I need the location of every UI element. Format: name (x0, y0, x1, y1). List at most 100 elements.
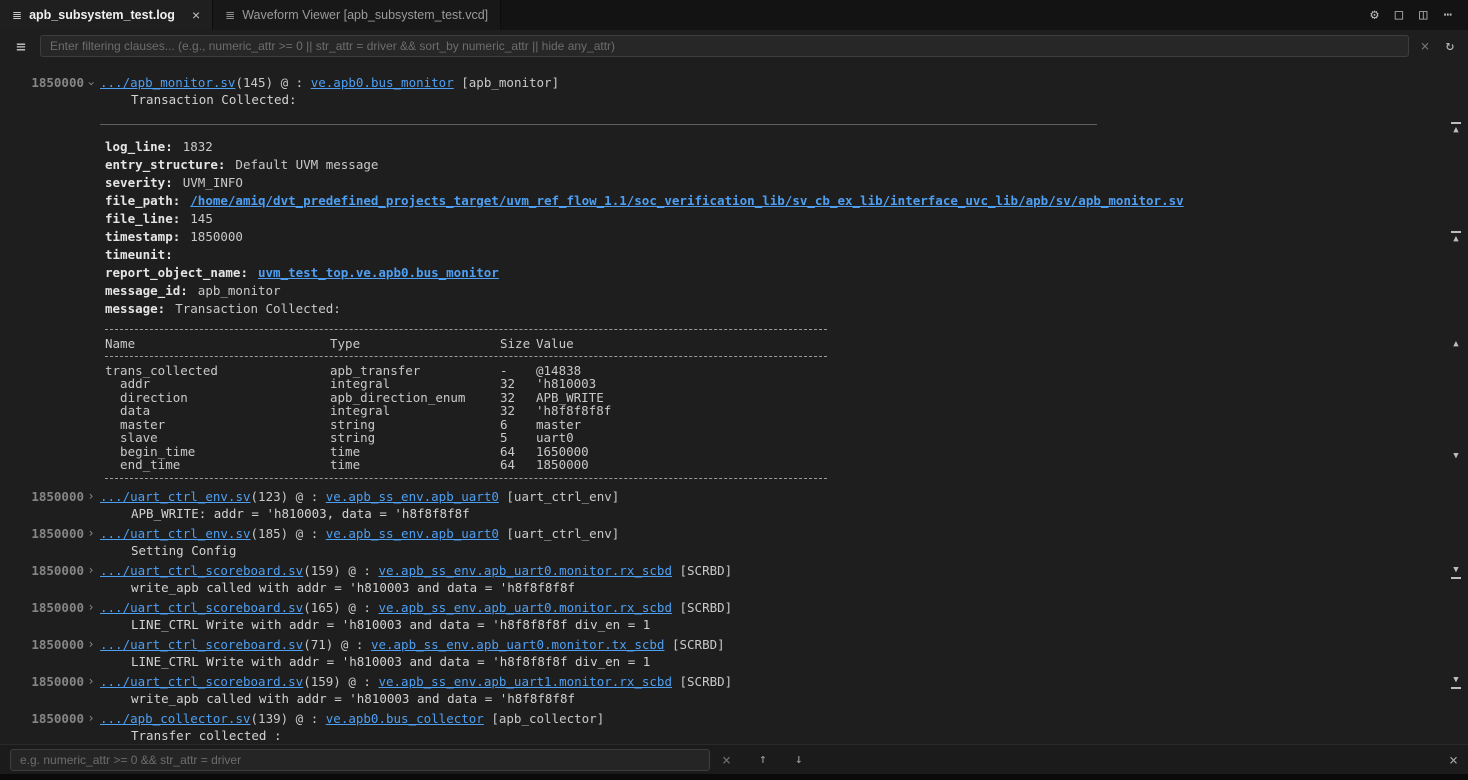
transaction-table: Name Type Size Value trans_collected apb… (100, 323, 1468, 485)
log-entry: 1850000 › .../uart_ctrl_env.sv(185) @ : … (0, 525, 1468, 559)
table-row: trans_collected apb_transfer - @14838 (105, 364, 1468, 378)
entry-timestamp: 1850000 (31, 525, 84, 542)
scope-link[interactable]: ve.apb_ss_env.apb_uart0.monitor.tx_scbd (371, 637, 665, 652)
entry-timestamp: 1850000 (31, 488, 84, 505)
separator-line (100, 124, 1097, 125)
scope-link[interactable]: ve.apb0.bus_collector (326, 711, 484, 726)
log-entry: 1850000 › .../uart_ctrl_env.sv(123) @ : … (0, 488, 1468, 522)
log-entry: 1850000 › .../uart_ctrl_scoreboard.sv(71… (0, 636, 1468, 670)
detail-field: report_object_name:uvm_test_top.ve.apb0.… (105, 264, 1468, 282)
entry-header-text: (145) @ : (235, 75, 310, 90)
scroll-down-marker-icon[interactable]: ▼ (1447, 452, 1465, 461)
entry-timestamp: 1850000 (31, 710, 84, 727)
tab-close-icon[interactable]: × (192, 7, 200, 23)
filter-input[interactable] (40, 35, 1409, 57)
entry-gutter: 1850000 › (0, 74, 97, 485)
file-path-link[interactable]: /home/amiq/dvt_predefined_projects_targe… (190, 193, 1183, 208)
detail-field: timestamp:1850000 (105, 228, 1468, 246)
expand-chevron-icon[interactable]: › (86, 599, 96, 616)
expand-chevron-icon[interactable]: › (86, 562, 96, 579)
tab-label: Waveform Viewer [apb_subsystem_test.vcd] (242, 8, 488, 22)
log-viewer: 1850000 › .../apb_monitor.sv(145) @ : ve… (0, 62, 1468, 746)
scope-link[interactable]: ve.apb_ss_env.apb_uart1.monitor.rx_scbd (378, 674, 672, 689)
find-clear-icon[interactable]: × (722, 751, 731, 769)
source-file-link[interactable]: .../uart_ctrl_env.sv (100, 489, 251, 504)
log-entry: 1850000 › .../uart_ctrl_scoreboard.sv(16… (0, 599, 1468, 633)
collapse-chevron-icon[interactable]: › (83, 79, 100, 89)
expand-chevron-icon[interactable]: › (86, 710, 96, 727)
bottom-strip (0, 774, 1468, 780)
report-object-link[interactable]: uvm_test_top.ve.apb0.bus_monitor (258, 265, 499, 280)
entry-message: LINE_CTRL Write with addr = 'h810003 and… (100, 653, 1468, 670)
scroll-up-marker-icon[interactable]: ▲ (1447, 340, 1465, 349)
table-row: begin_time time 64 1650000 (105, 445, 1468, 459)
scroll-bottom-marker-icon[interactable]: ▼ (1447, 676, 1465, 689)
more-actions-icon[interactable]: ⋯ (1444, 8, 1452, 22)
expand-chevron-icon[interactable]: › (86, 488, 96, 505)
detail-field: timeunit: (105, 246, 1468, 264)
log-entry: 1850000 › .../apb_monitor.sv(145) @ : ve… (0, 74, 1468, 485)
float-window-icon[interactable]: □ (1395, 8, 1403, 22)
find-input[interactable] (10, 749, 710, 771)
find-bar: × ↑ ↓ × (0, 744, 1468, 774)
tab-label: apb_subsystem_test.log (29, 8, 175, 22)
detail-fields: log_line:1832 entry_structure:Default UV… (100, 138, 1468, 318)
split-editor-icon[interactable]: ◫ (1419, 8, 1427, 22)
log-entry: 1850000 › .../uart_ctrl_scoreboard.sv(15… (0, 673, 1468, 707)
entry-message: Transaction Collected: (100, 91, 1468, 108)
expand-chevron-icon[interactable]: › (86, 673, 96, 690)
settings-gear-icon[interactable]: ⚙ (1370, 8, 1378, 22)
tab-waveform-viewer[interactable]: ≣ Waveform Viewer [apb_subsystem_test.vc… (213, 0, 501, 30)
entry-timestamp: 1850000 (31, 636, 84, 653)
source-file-link[interactable]: .../uart_ctrl_scoreboard.sv (100, 637, 303, 652)
find-previous-icon[interactable]: ↑ (759, 752, 767, 767)
entry-header: .../uart_ctrl_scoreboard.sv(71) @ : ve.a… (100, 636, 1468, 653)
filter-refresh-icon[interactable]: ↻ (1442, 38, 1458, 54)
entry-header: .../uart_ctrl_scoreboard.sv(165) @ : ve.… (100, 599, 1468, 616)
expand-chevron-icon[interactable]: › (86, 525, 96, 542)
scroll-top-marker-icon[interactable]: ▲ (1447, 231, 1465, 244)
source-file-link[interactable]: .../uart_ctrl_env.sv (100, 526, 251, 541)
scope-link[interactable]: ve.apb0.bus_monitor (311, 75, 454, 90)
table-header-row: Name Type Size Value (105, 337, 1468, 351)
dashed-separator (105, 472, 827, 486)
entry-message: Transfer collected : (100, 727, 1468, 744)
source-file-link[interactable]: .../uart_ctrl_scoreboard.sv (100, 600, 303, 615)
find-close-icon[interactable]: × (1449, 751, 1458, 769)
entry-header: .../uart_ctrl_env.sv(185) @ : ve.apb_ss_… (100, 525, 1468, 542)
detail-field: message:Transaction Collected: (105, 300, 1468, 318)
scroll-bottom-marker-icon[interactable]: ▼ (1447, 566, 1465, 579)
entry-message: LINE_CTRL Write with addr = 'h810003 and… (100, 616, 1468, 633)
source-file-link[interactable]: .../apb_monitor.sv (100, 75, 235, 90)
detail-field: entry_structure:Default UVM message (105, 156, 1468, 174)
editor-actions: ⚙ □ ◫ ⋯ (1370, 0, 1468, 30)
tab-log-file[interactable]: ≣ apb_subsystem_test.log × (0, 0, 213, 30)
source-file-link[interactable]: .../apb_collector.sv (100, 711, 251, 726)
table-row: addr integral 32 'h810003 (105, 377, 1468, 391)
entry-details: log_line:1832 entry_structure:Default UV… (100, 124, 1468, 485)
source-file-link[interactable]: .../uart_ctrl_scoreboard.sv (100, 563, 303, 578)
detail-field: file_line:145 (105, 210, 1468, 228)
entry-message: Setting Config (100, 542, 1468, 559)
scope-link[interactable]: ve.apb_ss_env.apb_uart0 (326, 489, 499, 504)
dashed-separator (105, 350, 827, 364)
scope-link[interactable]: ve.apb_ss_env.apb_uart0.monitor.rx_scbd (378, 600, 672, 615)
detail-field: severity:UVM_INFO (105, 174, 1468, 192)
menu-icon[interactable]: ≡ (10, 37, 32, 56)
expand-chevron-icon[interactable]: › (86, 636, 96, 653)
entry-timestamp: 1850000 (31, 74, 84, 91)
scope-link[interactable]: ve.apb_ss_env.apb_uart0 (326, 526, 499, 541)
log-file-icon: ≣ (12, 8, 22, 22)
entry-header: .../uart_ctrl_scoreboard.sv(159) @ : ve.… (100, 562, 1468, 579)
scope-link[interactable]: ve.apb_ss_env.apb_uart0.monitor.rx_scbd (378, 563, 672, 578)
detail-field: log_line:1832 (105, 138, 1468, 156)
scroll-top-marker-icon[interactable]: ▲ (1447, 122, 1465, 135)
find-next-icon[interactable]: ↓ (795, 752, 803, 767)
dashed-separator (105, 323, 827, 337)
detail-field: message_id:apb_monitor (105, 282, 1468, 300)
log-entry: 1850000 › .../apb_collector.sv(139) @ : … (0, 710, 1468, 744)
filter-clear-icon[interactable]: × (1417, 37, 1434, 55)
editor-tab-bar: ≣ apb_subsystem_test.log × ≣ Waveform Vi… (0, 0, 1468, 30)
table-row: master string 6 master (105, 418, 1468, 432)
source-file-link[interactable]: .../uart_ctrl_scoreboard.sv (100, 674, 303, 689)
